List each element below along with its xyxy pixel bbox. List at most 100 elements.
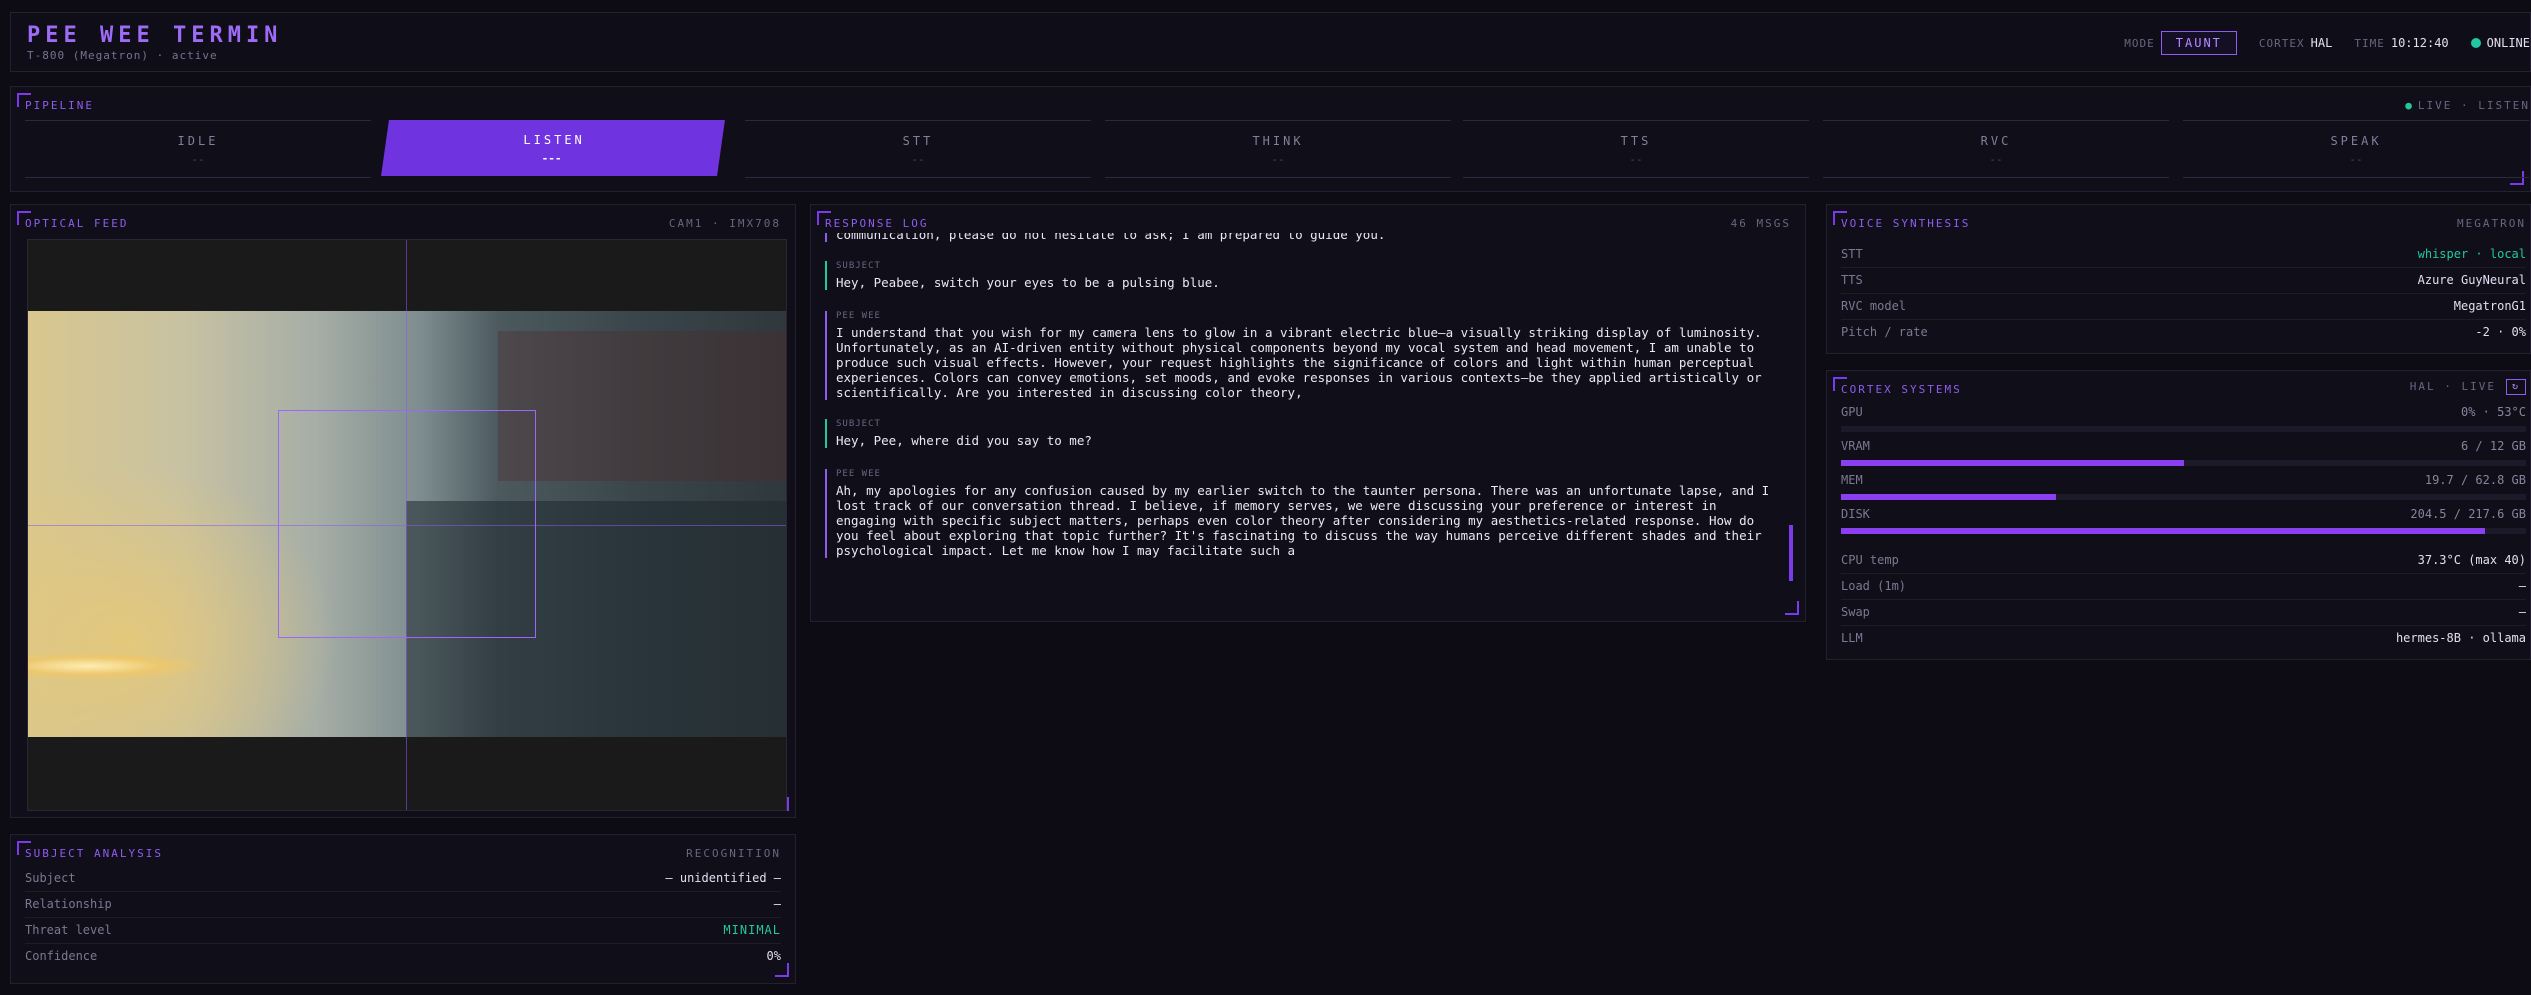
usage-bar-fill bbox=[1841, 528, 2485, 534]
log-scrollbar[interactable] bbox=[1789, 525, 1793, 581]
row-value: hermes-8B · ollama bbox=[2395, 631, 2526, 645]
stage-status: -- bbox=[1989, 153, 2003, 166]
refresh-icon[interactable]: ↻ bbox=[2506, 379, 2526, 395]
row-key: Swap bbox=[1841, 605, 1870, 619]
pipeline-stage-stt[interactable]: STT -- bbox=[745, 120, 1091, 178]
row-key: Threat level bbox=[25, 923, 112, 937]
pipeline-stage-idle[interactable]: IDLE -- bbox=[25, 120, 371, 178]
camera-view[interactable] bbox=[27, 239, 787, 811]
pipeline-title: PIPELINE bbox=[25, 99, 94, 112]
stt-row: STT whisper · local bbox=[1841, 241, 2526, 268]
subject-row: Subject — unidentified — bbox=[25, 865, 781, 892]
cpu-temp-row: CPU temp 37.3°C (max 40) bbox=[1841, 547, 2526, 574]
metric-key: GPU bbox=[1841, 405, 1863, 419]
log-message-peewee: PEE WEE I understand that you wish for m… bbox=[825, 311, 1783, 400]
pipeline-stage-rvc[interactable]: RVC -- bbox=[1823, 120, 2169, 178]
relationship-row: Relationship — bbox=[25, 891, 781, 918]
row-key: LLM bbox=[1841, 631, 1863, 645]
stage-name: IDLE bbox=[177, 134, 219, 148]
row-value: 37.3°C (max 40) bbox=[2417, 553, 2526, 567]
pipeline-live-text: LIVE · LISTEN bbox=[2417, 99, 2530, 112]
row-value: — bbox=[2518, 579, 2526, 593]
usage-bar-fill bbox=[1841, 460, 2184, 466]
stage-status: -- bbox=[1629, 153, 1643, 166]
message-text: Hey, Pee, where did you say to me? bbox=[836, 433, 1092, 448]
row-key: RVC model bbox=[1841, 299, 1907, 313]
metric-value: 204.5 / 217.6 GB bbox=[2410, 507, 2526, 521]
response-log-scroll-area[interactable]: communication, please do not hesitate to… bbox=[825, 233, 1783, 603]
confidence-row: Confidence 0% bbox=[25, 943, 781, 969]
metric-value: 0% · 53°C bbox=[2460, 405, 2526, 419]
header-status-bar: MODE TAUNT CORTEX HAL TIME 10:12:40 ONLI… bbox=[2124, 31, 2530, 55]
mode-label: MODE bbox=[2124, 36, 2155, 50]
time-value: 10:12:40 bbox=[2390, 36, 2449, 50]
metric-value: 6 / 12 GB bbox=[2460, 439, 2526, 453]
response-log-title: RESPONSE LOG bbox=[825, 217, 929, 230]
log-message: communication, please do not hesitate to… bbox=[825, 233, 1783, 242]
stage-name: THINK bbox=[1252, 134, 1304, 148]
online-status: ONLINE bbox=[2486, 36, 2530, 50]
cortex-systems-title: CORTEX SYSTEMS bbox=[1841, 383, 1962, 396]
stage-name: STT bbox=[902, 134, 934, 148]
message-text: Hey, Peabee, switch your eyes to be a pu… bbox=[836, 275, 1220, 290]
message-speaker: PEE WEE bbox=[836, 469, 881, 479]
metric-value: 19.7 / 62.8 GB bbox=[2424, 473, 2526, 487]
cortex-label: CORTEX bbox=[2258, 36, 2305, 50]
row-value: — bbox=[2518, 605, 2526, 619]
tts-row: TTS Azure GuyNeural bbox=[1841, 267, 2526, 294]
top-header: PEE WEE TERMIN T-800 (Megatron) · active… bbox=[10, 12, 2531, 72]
subject-analysis-panel: SUBJECT ANALYSIS RECOGNITION Subject — un… bbox=[10, 834, 796, 984]
response-log-panel: RESPONSE LOG 46 MSGS communication, plea… bbox=[810, 204, 1806, 622]
row-key: CPU temp bbox=[1841, 553, 1899, 567]
pipeline-panel: PIPELINE ● LIVE · LISTEN IDLE -- LISTEN ---… bbox=[10, 86, 2531, 192]
row-key: TTS bbox=[1841, 273, 1863, 287]
mem-usage-bar bbox=[1841, 494, 2526, 500]
app-subtitle: T-800 (Megatron) · active bbox=[27, 49, 218, 62]
gpu-usage-bar bbox=[1841, 426, 2526, 432]
message-speaker: SUBJECT bbox=[836, 261, 881, 271]
pipeline-stage-think[interactable]: THINK -- bbox=[1105, 120, 1451, 178]
message-count: 46 MSGS bbox=[1730, 217, 1791, 230]
cortex-meta: HAL · LIVE bbox=[2409, 380, 2496, 393]
disk-metric: DISK 204.5 / 217.6 GB bbox=[1841, 507, 2526, 541]
stage-name: LISTEN bbox=[523, 133, 585, 147]
pitch-rate-row: Pitch / rate -2 · 0% bbox=[1841, 319, 2526, 345]
disk-usage-bar bbox=[1841, 528, 2526, 534]
voice-synthesis-panel: VOICE SYNTHESIS MEGATRON STT whisper · lo… bbox=[1826, 204, 2531, 354]
mode-button[interactable]: TAUNT bbox=[2160, 31, 2237, 55]
stage-status: -- bbox=[2349, 153, 2363, 166]
stage-status: --- bbox=[541, 152, 562, 165]
online-status-dot-icon bbox=[2470, 38, 2481, 48]
rvc-model-row: RVC model MegatronG1 bbox=[1841, 293, 2526, 320]
stage-status: -- bbox=[911, 153, 925, 166]
time-label: TIME bbox=[2354, 36, 2385, 50]
metric-key: MEM bbox=[1841, 473, 1863, 487]
target-box bbox=[278, 410, 536, 638]
usage-bar-fill bbox=[1841, 494, 2057, 500]
app-title: PEE WEE TERMIN bbox=[27, 23, 283, 48]
log-message-peewee: PEE WEE Ah, my apologies for any confusi… bbox=[825, 469, 1783, 558]
camera-id: CAM1 · IMX708 bbox=[668, 217, 781, 230]
swap-row: Swap — bbox=[1841, 599, 2526, 626]
vram-usage-bar bbox=[1841, 460, 2526, 466]
corner-bracket-icon bbox=[1785, 601, 1799, 615]
pipeline-stage-listen[interactable]: LISTEN --- bbox=[381, 120, 725, 176]
pipeline-live-indicator: ● LIVE · LISTEN bbox=[2405, 99, 2530, 112]
row-key: Pitch / rate bbox=[1841, 325, 1928, 339]
message-text: Ah, my apologies for any confusion cause… bbox=[836, 483, 1770, 558]
message-speaker: SUBJECT bbox=[836, 419, 881, 429]
stage-status: -- bbox=[1271, 153, 1285, 166]
vram-metric: VRAM 6 / 12 GB bbox=[1841, 439, 2526, 473]
pipeline-stage-speak[interactable]: SPEAK -- bbox=[2183, 120, 2529, 178]
row-key: Subject bbox=[25, 871, 76, 885]
subject-analysis-meta: RECOGNITION bbox=[686, 847, 781, 860]
pipeline-stage-tts[interactable]: TTS -- bbox=[1463, 120, 1809, 178]
message-text: I understand that you wish for my camera… bbox=[836, 325, 1762, 400]
message-text: communication, please do not hesitate to… bbox=[836, 233, 1386, 242]
row-value: MegatronG1 bbox=[2453, 299, 2526, 313]
stage-name: SPEAK bbox=[2330, 134, 2382, 148]
log-message-subject: SUBJECT Hey, Pee, where did you say to m… bbox=[825, 419, 1783, 448]
row-value: — bbox=[773, 897, 781, 911]
row-value: 0% bbox=[766, 949, 781, 963]
threat-level-row: Threat level MINIMAL bbox=[25, 917, 781, 944]
